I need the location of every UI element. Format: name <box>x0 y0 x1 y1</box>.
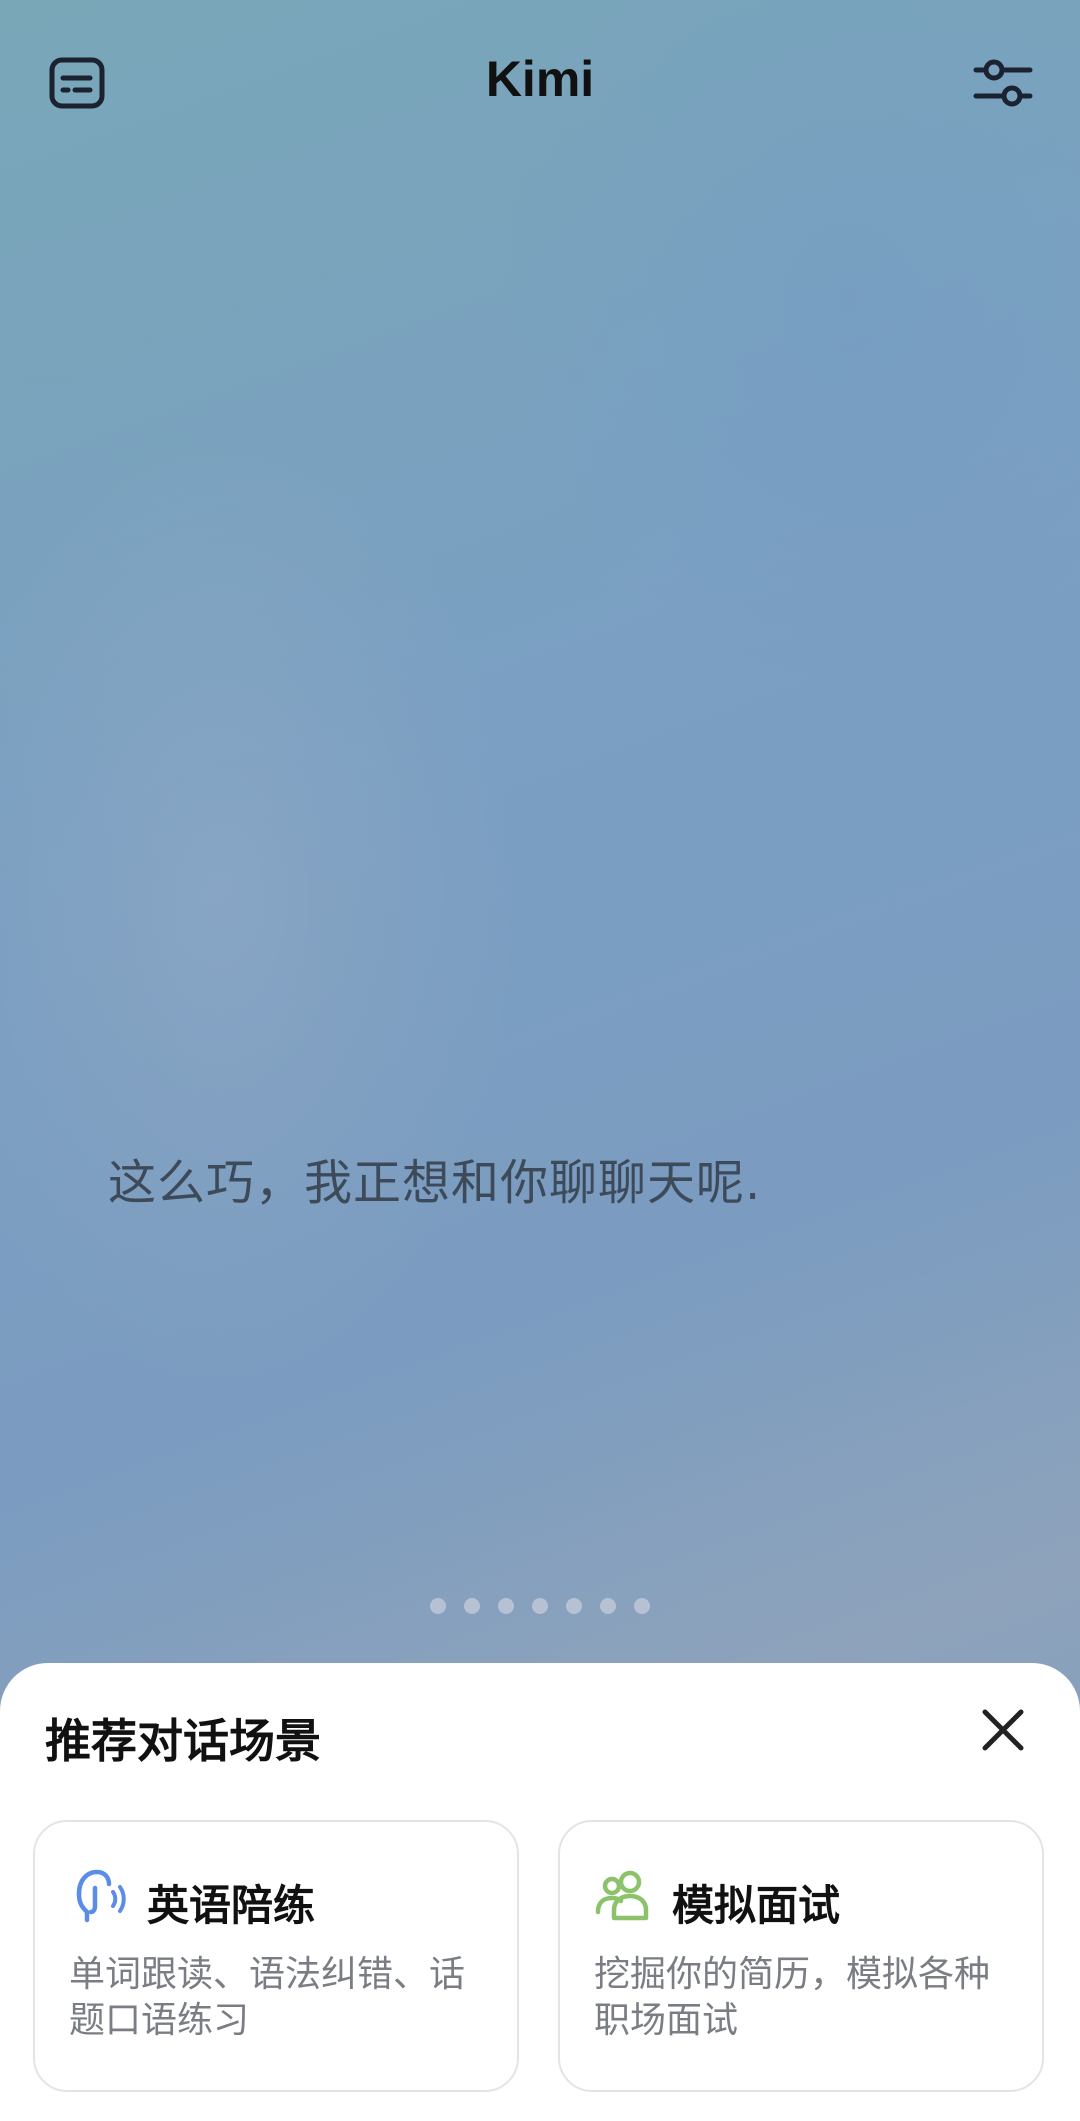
page-indicator <box>0 1598 1080 1614</box>
speaking-head-icon <box>76 1869 126 1923</box>
app-title: Kimi <box>485 51 595 107</box>
scenario-card-mock-interview[interactable]: 模拟面试 挖掘你的简历，模拟各种职场面试 <box>558 1820 1044 2092</box>
close-icon <box>982 1709 1024 1751</box>
assistant-message: 这么巧，我正想和你聊聊天呢. <box>108 1155 762 1211</box>
settings-button[interactable] <box>968 48 1038 118</box>
card-description: 单词跟读、语法纠错、话题口语练习 <box>69 1954 466 2041</box>
page-dot <box>600 1598 616 1614</box>
people-icon <box>595 1870 649 1921</box>
card-title: 英语陪练 <box>147 1881 316 1930</box>
page-dot <box>464 1598 480 1614</box>
page-dot <box>498 1598 514 1614</box>
recommended-scenarios-sheet: 推荐对话场景 英语陪练 单词跟读、语法纠错、话题口语练习 模拟面试 挖掘你的简历… <box>0 1663 1080 2121</box>
voice-chat-screen: Kimi 这么巧，我正想和你聊聊天呢. 推荐对话场景 英语陪练 单词跟读、语法纠… <box>0 0 1080 2121</box>
card-title: 模拟面试 <box>672 1881 841 1930</box>
close-button[interactable] <box>968 1695 1038 1765</box>
page-dot <box>430 1598 446 1614</box>
page-dot <box>532 1598 548 1614</box>
background-glow <box>0 0 1080 1700</box>
page-dot <box>566 1598 582 1614</box>
settings-sliders-icon <box>973 59 1033 107</box>
sheet-title: 推荐对话场景 <box>45 1714 321 1768</box>
page-dot <box>634 1598 650 1614</box>
top-bar: Kimi <box>0 0 1080 165</box>
card-description: 挖掘你的简历，模拟各种职场面试 <box>594 1954 991 2041</box>
scenario-card-english-practice[interactable]: 英语陪练 单词跟读、语法纠错、话题口语练习 <box>33 1820 519 2092</box>
